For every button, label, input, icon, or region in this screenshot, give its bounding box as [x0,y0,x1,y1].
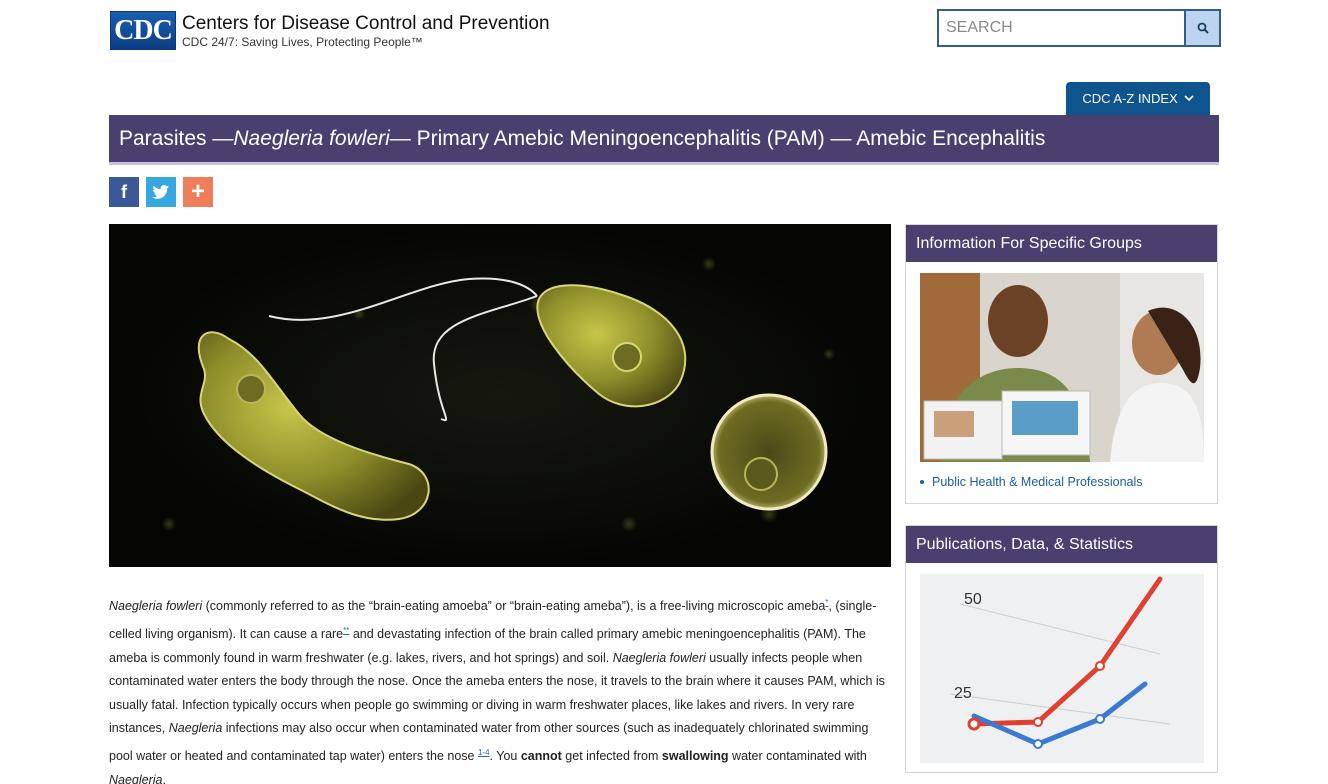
chart-tick-25: 25 [954,685,972,702]
page-title-prefix: Parasites — [119,126,234,150]
search-icon [1197,22,1209,34]
paragraph-text: get infected from [561,749,662,764]
cdc-logo-mark: CDC [110,11,176,50]
page-title-suffix: — Primary Amebic Meningoencephalitis (PA… [389,126,1046,150]
emphasis-text: cannot [520,749,562,764]
search-button[interactable] [1184,11,1219,45]
page-title: Parasites — Naegleria fowleri — Primary … [109,115,1219,165]
az-index-label: CDC A-Z INDEX [1082,91,1178,106]
cdc-logo[interactable]: CDC Centers for Disease Control and Prev… [110,11,550,50]
card-title: Publications, Data, & Statistics [906,526,1217,563]
link-label: Public Health & Medical Professionals [932,475,1143,489]
facebook-share-button[interactable]: f [109,177,139,207]
public-health-professionals-link[interactable]: Public Health & Medical Professionals [920,475,1143,489]
professionals-photo[interactable] [920,273,1204,462]
publications-card: Publications, Data, & Statistics 50 25 [905,525,1218,773]
bullet-icon [920,480,924,484]
logo-tagline: CDC 24/7: Saving Lives, Protecting Peopl… [182,34,423,49]
species-name: Naegleria fowleri [612,650,706,665]
chevron-down-icon [1184,95,1194,102]
az-index-button[interactable]: CDC A-Z INDEX [1066,82,1210,115]
amoeba-illustration [162,257,835,532]
chart-illustration: 50 25 [920,574,1204,763]
card-title: Information For Specific Groups [906,225,1217,262]
social-share: f + [109,177,213,207]
twitter-icon [152,184,170,199]
plus-icon: + [190,178,205,205]
chart-tick-50: 50 [964,591,982,608]
paragraph-text: . You [489,749,521,764]
paragraph-text: . [162,772,166,784]
paragraph-text: water contaminated with [728,749,867,764]
photo-illustration [920,273,1204,462]
article-paragraph: Naegleria fowleri (commonly referred to … [109,591,894,784]
hero-image-naegleria [109,224,891,567]
paragraph-text: (commonly referred to as the “brain-eati… [202,599,826,614]
search-bar [937,9,1221,47]
logo-title: Centers for Disease Control and Preventi… [182,12,550,34]
twitter-share-button[interactable] [146,177,176,207]
page-title-italic: Naegleria fowleri [233,126,390,150]
footnote-link-3[interactable]: 1-4 [478,748,490,757]
search-input[interactable] [939,11,1184,45]
genus-name: Naegleria [168,721,223,736]
genus-name: Naegleria [109,772,163,784]
facebook-icon: f [121,181,127,202]
species-name: Naegleria fowleri [109,599,203,614]
emphasis-text: swallowing [661,749,729,764]
statistics-photo[interactable]: 50 25 [920,574,1204,763]
more-share-button[interactable]: + [183,177,213,207]
specific-groups-card: Information For Specific Groups Public H… [905,224,1218,504]
